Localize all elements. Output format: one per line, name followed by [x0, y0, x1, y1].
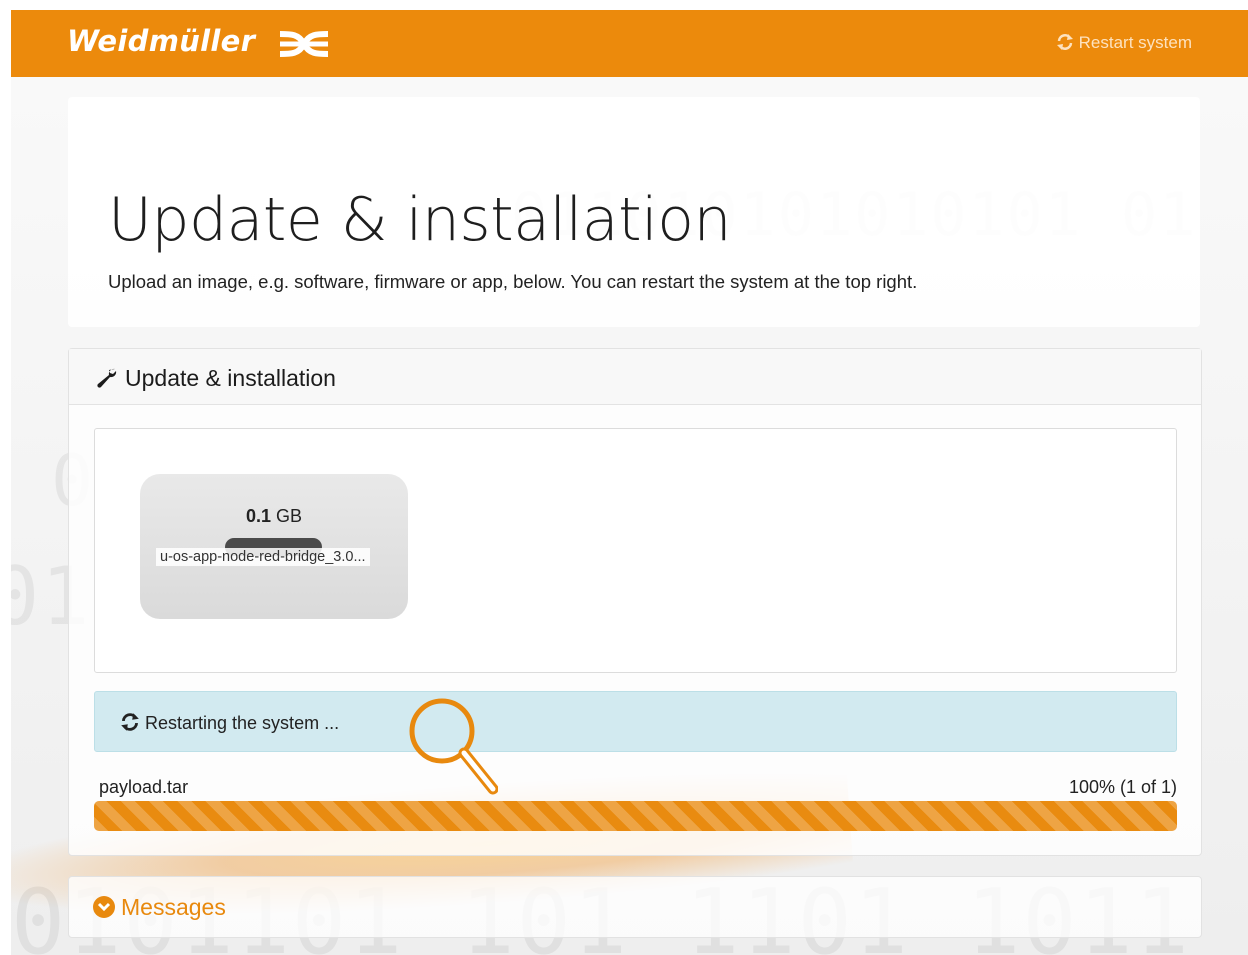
file-size-value: 0.1 — [245, 506, 271, 526]
status-alert-text: Restarting the system ... — [145, 713, 340, 733]
status-alert: Restarting the system ... — [94, 691, 1177, 752]
refresh-icon — [121, 713, 139, 731]
file-size-unit: GB — [276, 506, 303, 526]
panel-title: Update & installation — [95, 365, 336, 392]
file-size: 0.1 GB — [140, 506, 408, 527]
brand-logo-icon — [279, 31, 329, 57]
messages-title-label: Messages — [121, 894, 226, 920]
file-name: u-os-app-node-red-bridge_3.0... — [156, 548, 370, 566]
upload-dropzone[interactable]: 0.1 GB u-os-app-node-red-bridge_3.0... — [94, 428, 1177, 673]
page-subtitle: Upload an image, e.g. software, firmware… — [108, 271, 918, 292]
refresh-icon — [1056, 34, 1073, 50]
update-installation-panel: Update & installation 0.1 GB u-os-app-no… — [68, 348, 1202, 856]
jumbotron: Update & installation Upload an image, e… — [68, 97, 1200, 327]
top-navbar: Weidmüller Restart system — [11, 10, 1248, 77]
upload-progress-bar — [94, 801, 1177, 831]
status-alert-content: Restarting the system ... — [119, 712, 339, 734]
brand-name: Weidmüller — [67, 24, 256, 58]
search-icon — [409, 698, 498, 795]
chevron-down-icon — [93, 896, 115, 918]
messages-toggle[interactable]: Messages — [93, 894, 226, 921]
progress-fill — [94, 801, 1177, 831]
file-preview: 0.1 GB u-os-app-node-red-bridge_3.0... — [140, 474, 408, 619]
panel-title-label: Update & installation — [125, 365, 336, 391]
wrench-icon — [97, 368, 117, 388]
panel-header: Update & installation — [69, 349, 1201, 405]
page-title: Update & installation — [108, 185, 732, 255]
progress-filename: payload.tar — [99, 777, 189, 797]
restart-system-button[interactable]: Restart system — [1055, 33, 1192, 53]
messages-panel: Messages — [68, 876, 1202, 938]
restart-system-label: Restart system — [1078, 33, 1192, 52]
progress-percent: 100% (1 of 1) — [1068, 777, 1177, 797]
